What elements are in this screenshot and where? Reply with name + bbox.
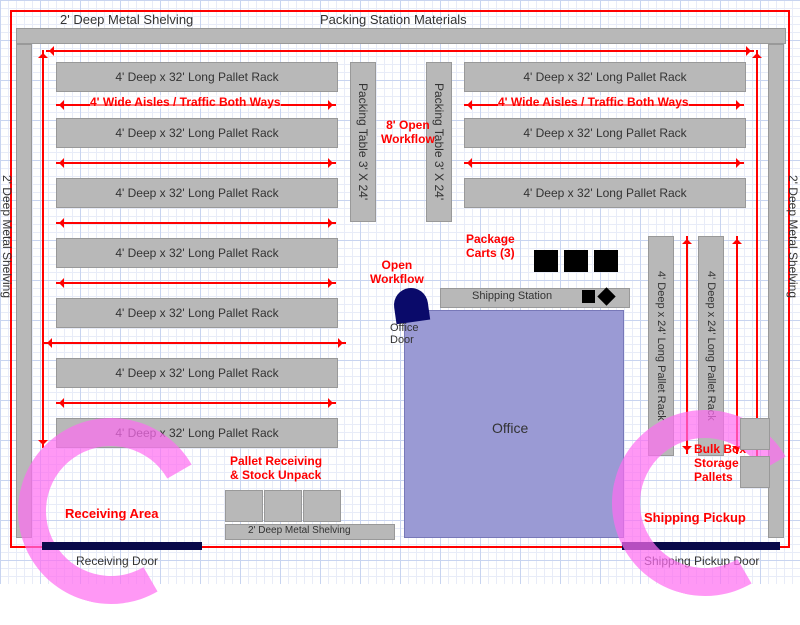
aisle-l6 — [56, 402, 336, 404]
label-open-workflow: Open Workflow — [370, 258, 424, 286]
label-packing-materials: Packing Station Materials — [320, 12, 467, 27]
station-box-icon — [582, 290, 595, 303]
label-aisle-r: 4' Wide Aisles / Traffic Both Ways — [498, 95, 689, 109]
receiving-door — [42, 542, 202, 550]
label-office-door: Office Door — [390, 322, 419, 346]
aisle-l2 — [56, 162, 336, 164]
unpack-3 — [303, 490, 341, 522]
rack-r1: 4' Deep x 32' Long Pallet Rack — [464, 62, 746, 92]
rack-l4: 4' Deep x 32' Long Pallet Rack — [56, 238, 338, 268]
label-aisle-l: 4' Wide Aisles / Traffic Both Ways — [90, 95, 281, 109]
rack-l1: 4' Deep x 32' Long Pallet Rack — [56, 62, 338, 92]
rack-l2: 4' Deep x 32' Long Pallet Rack — [56, 118, 338, 148]
cart-1 — [534, 250, 558, 272]
label-bulk: Bulk Box Storage Pallets — [694, 442, 746, 484]
bulk-pallet-2 — [740, 456, 770, 488]
rack-r3: 4' Deep x 32' Long Pallet Rack — [464, 178, 746, 208]
arrow-top — [46, 50, 754, 52]
label-receiving-area: Receiving Area — [65, 506, 158, 521]
label-carts: Package Carts (3) — [466, 232, 515, 260]
aisle-l4 — [56, 282, 336, 284]
unpack-1 — [225, 490, 263, 522]
label-bottom-shelving: 2' Deep Metal Shelving — [248, 525, 351, 536]
label-top-shelving: 2' Deep Metal Shelving — [60, 12, 193, 27]
label-receiving-door: Receiving Door — [76, 554, 158, 568]
label-8ft-workflow: 8' Open Workflow — [381, 118, 435, 146]
rack-l6: 4' Deep x 32' Long Pallet Rack — [56, 358, 338, 388]
aisle-l3 — [56, 222, 336, 224]
cart-2 — [564, 250, 588, 272]
label-office: Office — [492, 420, 528, 436]
label-left-shelving: 2' Deep Metal Shelving — [0, 175, 14, 298]
top-shelf — [16, 28, 786, 44]
rack-l3: 4' Deep x 32' Long Pallet Rack — [56, 178, 338, 208]
aisle-r2 — [464, 162, 744, 164]
bulk-pallet-1 — [740, 418, 770, 450]
label-right-shelving: 2' Deep Metal Shelving — [786, 175, 800, 298]
unpack-2 — [264, 490, 302, 522]
rack-l5: 4' Deep x 32' Long Pallet Rack — [56, 298, 338, 328]
arrow-left — [42, 50, 44, 448]
label-pallet-receiving: Pallet Receiving & Stock Unpack — [230, 454, 322, 482]
label-shipping-station: Shipping Station — [472, 290, 552, 302]
cart-3 — [594, 250, 618, 272]
packing-table-1: Packing Table 3' X 24' — [350, 62, 376, 222]
aisle-l5 — [44, 342, 346, 344]
label-shipping-pickup: Shipping Pickup — [644, 510, 746, 525]
rack-r2: 4' Deep x 32' Long Pallet Rack — [464, 118, 746, 148]
